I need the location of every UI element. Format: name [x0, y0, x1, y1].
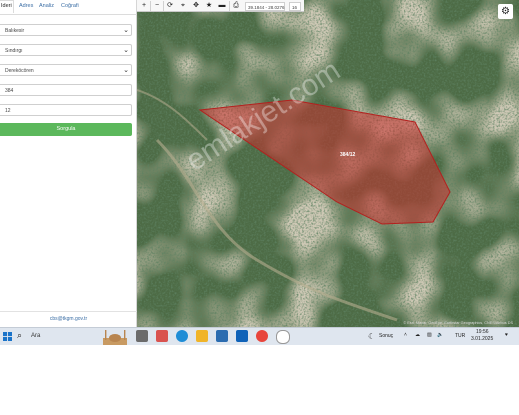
chevron-down-icon: ⌄	[123, 47, 129, 54]
file-explorer-icon[interactable]	[196, 330, 208, 342]
refresh-icon[interactable]: ⟳	[164, 0, 176, 12]
chrome-icon[interactable]	[256, 330, 268, 342]
district-value: Sındırgı	[5, 47, 23, 54]
neighborhood-value: Dereköcören	[5, 67, 34, 74]
taskbar-search[interactable]: Ara	[31, 333, 40, 339]
print-icon[interactable]: ⎙	[230, 0, 242, 12]
tab-cografi[interactable]: Coğrafi	[61, 3, 79, 9]
weather-text[interactable]: Sonuç	[379, 333, 393, 339]
volume-icon[interactable]: 🔈	[437, 332, 443, 338]
app-icon[interactable]	[276, 330, 290, 344]
zoom-in-icon[interactable]: +	[138, 0, 150, 12]
store-icon[interactable]	[216, 330, 228, 342]
language-indicator[interactable]: TUR	[455, 333, 465, 339]
measure-icon[interactable]: ▬	[216, 0, 228, 12]
cloud-icon: ☁	[415, 332, 420, 338]
chevron-up-icon[interactable]: ˄	[404, 332, 407, 338]
province-value: Balıkesir	[5, 27, 25, 34]
zoom-level: 16	[289, 1, 301, 11]
tab-adres[interactable]: Adres	[19, 3, 33, 9]
clock-time[interactable]: 19:56	[476, 329, 489, 335]
weather-icon[interactable]: ☾	[368, 332, 375, 341]
edge-browser-icon[interactable]	[176, 330, 188, 342]
contact-email-link[interactable]: cbs@tkgm.gov.tr	[0, 316, 137, 322]
block-input[interactable]: 384	[0, 84, 132, 96]
province-select[interactable]: Balıkesir ⌄	[0, 24, 132, 36]
task-view-icon[interactable]	[136, 330, 148, 342]
parcel-label: 384/12	[340, 152, 356, 158]
district-select[interactable]: Sındırgı ⌄	[0, 44, 132, 56]
parcel-value: 12	[5, 107, 11, 114]
gear-icon[interactable]: ⚙	[498, 4, 513, 19]
tab-bar: Ideri Adres Analiz Coğrafi	[0, 0, 137, 15]
parcel-input[interactable]: 12	[0, 104, 132, 116]
search-highlight-image	[103, 330, 127, 345]
copilot-icon[interactable]	[156, 330, 168, 342]
outlook-icon[interactable]	[236, 330, 248, 342]
pan-icon[interactable]: ✥	[190, 0, 202, 12]
chevron-down-icon: ⌄	[123, 27, 129, 34]
favorite-star-icon[interactable]: ★	[203, 0, 215, 12]
query-button[interactable]: Sorgula	[0, 123, 132, 136]
divider	[0, 311, 137, 312]
coordinate-readout: 39.1844 - 28.0276	[245, 1, 285, 11]
neighborhood-select[interactable]: Dereköcören ⌄	[0, 64, 132, 76]
block-value: 384	[5, 87, 14, 94]
tab-analiz[interactable]: Analiz	[39, 3, 54, 9]
map-attribution: © Esri, Maxar, GeoEye, Earthstar Geograp…	[403, 321, 513, 325]
windows-start-icon[interactable]	[3, 332, 12, 341]
zoom-out-icon[interactable]: −	[151, 0, 163, 12]
map-toolbar: + − ⟳ ⌖ ✥ ★ ▬ ⎙ 39.1844 - 28.0276 16	[137, 0, 304, 12]
notification-icon[interactable]: ♥	[505, 332, 508, 338]
chevron-down-icon: ⌄	[123, 67, 129, 74]
locate-icon[interactable]: ⌖	[177, 0, 189, 12]
clock-date[interactable]: 3.01.2025	[471, 336, 493, 342]
taskbar: ⌕ Ara ☾ Sonuç ˄ ☁ ▧ 🔈 TUR 19:56 3.01.202…	[0, 327, 519, 345]
network-icon[interactable]: ▧	[427, 332, 432, 338]
query-panel: Ideri Adres Analiz Coğrafi Balıkesir ⌄ S…	[0, 0, 137, 327]
tab-idari[interactable]: Ideri	[0, 0, 14, 13]
search-icon[interactable]: ⌕	[17, 330, 22, 341]
